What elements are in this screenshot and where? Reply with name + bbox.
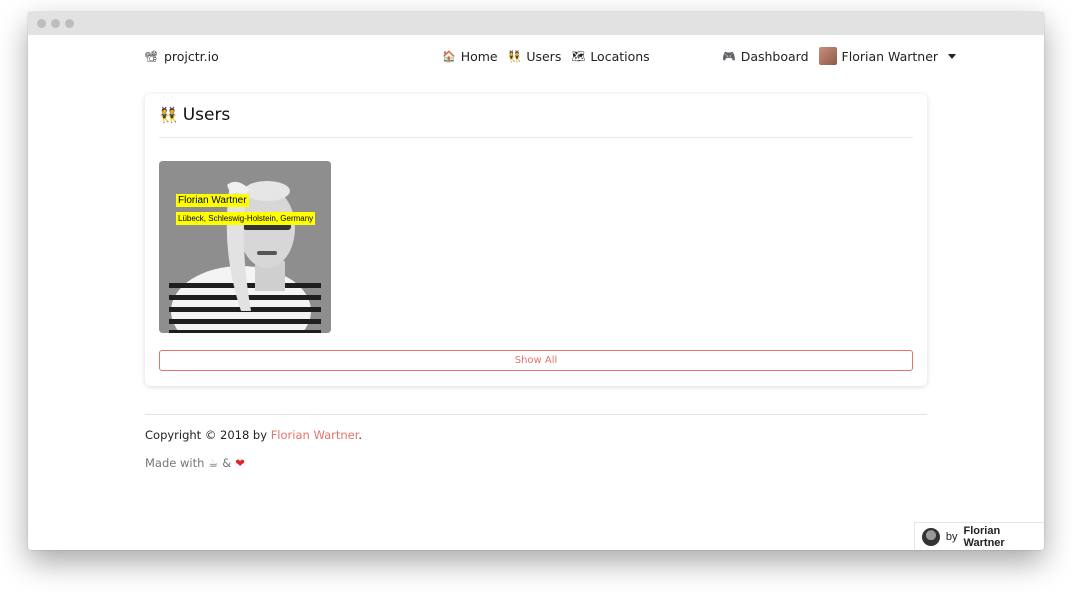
- copyright-suffix: .: [358, 428, 363, 442]
- author-link[interactable]: Florian Wartner: [271, 428, 359, 442]
- badge-prefix: by: [945, 530, 958, 543]
- brand-label: projctr.io: [163, 49, 219, 64]
- user-photo: [159, 161, 331, 333]
- copyright-text: Copyright © 2018 by Florian Wartner.: [145, 428, 362, 442]
- page-title-label: Users: [182, 105, 231, 125]
- house-icon: 🏠: [442, 50, 456, 63]
- main-nav: 🏠 Home 👯 Users 🗺 Locations: [442, 49, 650, 64]
- account-nav: 🎮 Dashboard Florian Wartner: [722, 47, 957, 65]
- user-menu-label: Florian Wartner: [841, 48, 939, 64]
- people-icon: 👯: [507, 50, 522, 63]
- divider: [159, 137, 913, 138]
- copyright-prefix: Copyright © 2018 by: [145, 428, 271, 442]
- user-menu-dropdown[interactable]: Florian Wartner: [818, 47, 957, 65]
- maximize-window-dot[interactable]: [65, 19, 74, 28]
- nav-users[interactable]: 👯 Users: [508, 49, 562, 64]
- user-location: Lübeck, Schleswig-Holstein, Germany: [176, 212, 316, 225]
- chevron-down-icon: [948, 53, 957, 59]
- nav-locations[interactable]: 🗺 Locations: [571, 49, 649, 64]
- browser-window: 📽 projctr.io 🏠 Home 👯 Users 🗺 Locations …: [28, 12, 1044, 550]
- brand-link[interactable]: 📽 projctr.io: [144, 49, 219, 64]
- nav-dashboard-label: Dashboard: [740, 48, 809, 64]
- nav-locations-label: Locations: [590, 49, 650, 64]
- top-navbar: 📽 projctr.io 🏠 Home 👯 Users 🗺 Locations …: [28, 35, 1044, 77]
- avatar: [818, 47, 837, 65]
- gamepad-icon: 🎮: [722, 49, 736, 63]
- page-title: 👯 Users: [159, 105, 230, 125]
- people-icon: 👯: [159, 105, 178, 124]
- made-with-label: Made with: [145, 456, 205, 470]
- nav-users-label: Users: [526, 49, 562, 64]
- show-all-button[interactable]: Show All: [159, 350, 913, 371]
- window-titlebar: [28, 12, 1044, 35]
- heart-icon: ❤: [235, 456, 245, 470]
- user-name: Florian Wartner: [176, 194, 249, 207]
- close-window-dot[interactable]: [37, 19, 46, 28]
- projector-icon: 📽: [144, 50, 158, 63]
- badge-name: Florian Wartner: [963, 524, 1005, 549]
- avatar: [922, 527, 940, 546]
- author-badge[interactable]: by Florian Wartner: [914, 522, 1044, 550]
- minimize-window-dot[interactable]: [51, 19, 60, 28]
- nav-home-label: Home: [460, 49, 498, 64]
- and-label: &: [222, 456, 232, 470]
- nav-home[interactable]: 🏠 Home: [442, 49, 498, 64]
- footer-divider: [145, 414, 927, 415]
- users-panel: 👯 Users Florian Wartner Lübeck, Schleswi…: [145, 94, 927, 386]
- map-icon: 🗺: [571, 50, 586, 63]
- made-with-text: Made with ☕ & ❤: [145, 456, 245, 470]
- coffee-icon: ☕: [208, 456, 219, 470]
- nav-dashboard[interactable]: 🎮 Dashboard: [722, 49, 809, 64]
- user-card[interactable]: Florian Wartner Lübeck, Schleswig-Holste…: [159, 161, 331, 333]
